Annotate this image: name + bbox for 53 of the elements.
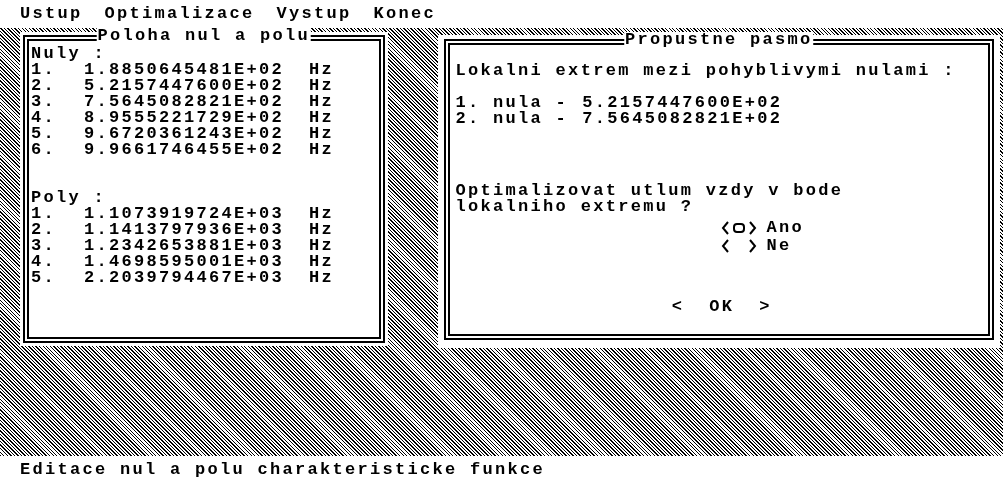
- unit-label: Hz: [309, 206, 334, 222]
- panel-title: Poloha nul a polu: [96, 28, 312, 44]
- row-index: 1.: [31, 206, 56, 222]
- row-index: 6.: [31, 142, 57, 158]
- row-index: 5.: [31, 270, 57, 286]
- frequency-value: 1.2342653881E+03: [84, 238, 286, 254]
- frequency-value: 5.2157447600E+02: [84, 78, 286, 94]
- frequency-value: 8.9555221729E+02: [84, 110, 286, 126]
- unit-label: Hz: [309, 126, 334, 142]
- unit-label: Hz: [309, 94, 334, 110]
- radio-option[interactable]: Ne: [720, 237, 792, 255]
- row-index: 1.: [31, 62, 56, 78]
- row-index: 4.: [31, 110, 57, 126]
- frequency-value: 9.6720361243E+02: [84, 126, 286, 142]
- menu-item[interactable]: Konec: [373, 6, 437, 28]
- unit-label: Hz: [309, 270, 334, 286]
- frequency-value: 1.4698595001E+03: [84, 254, 286, 270]
- menu-item[interactable]: Vystup: [276, 6, 352, 28]
- dialog-message: Lokalni extrem mezi pohyblivymi nulami :: [455, 63, 957, 79]
- radio-indicator-icon: [720, 239, 757, 253]
- unit-label: Hz: [309, 62, 334, 78]
- zero-value: 7.5645082821E+02: [582, 111, 783, 127]
- unit-label: Hz: [309, 222, 334, 238]
- frequency-value: 9.9661746455E+02: [84, 142, 286, 158]
- radio-option[interactable]: Ano: [720, 219, 805, 237]
- section-heading: Nuly :: [31, 46, 107, 62]
- zero-label: 2. nula -: [455, 111, 569, 127]
- dialog-title: Propustne pasmo: [624, 32, 814, 48]
- unit-label: Hz: [309, 254, 334, 270]
- question-text: Optimalizovat utlum vzdy v bode lokalniho extremu ?: [455, 183, 845, 215]
- menu-item[interactable]: Optimalizace: [104, 6, 255, 28]
- status-bar-text: Editace nul a polu charakteristicke funkce: [19, 459, 547, 481]
- row-index: 2.: [31, 78, 57, 94]
- zero-label: 1. nula -: [455, 95, 569, 111]
- row-index: 3.: [31, 94, 57, 110]
- frequency-value: 1.8850645481E+02: [84, 62, 286, 78]
- frequency-value: 2.2039794467E+03: [84, 270, 286, 286]
- radio-indicator-icon: [720, 221, 757, 235]
- frequency-value: 7.5645082821E+02: [84, 94, 286, 110]
- row-index: 2.: [31, 222, 57, 238]
- menu-item[interactable]: Ustup: [20, 6, 83, 28]
- zero-value: 5.2157447600E+02: [582, 95, 783, 111]
- unit-label: Hz: [309, 78, 334, 94]
- unit-label: Hz: [309, 238, 334, 254]
- ok-button[interactable]: < OK >: [671, 299, 772, 315]
- frequency-value: 1.1413797936E+03: [84, 222, 286, 238]
- unit-label: Hz: [309, 142, 334, 158]
- frequency-value: 1.1073919724E+03: [84, 206, 286, 222]
- row-index: 5.: [31, 126, 57, 142]
- row-index: 3.: [31, 238, 57, 254]
- section-heading: Poly :: [31, 190, 107, 206]
- row-index: 4.: [31, 254, 57, 270]
- unit-label: Hz: [309, 110, 334, 126]
